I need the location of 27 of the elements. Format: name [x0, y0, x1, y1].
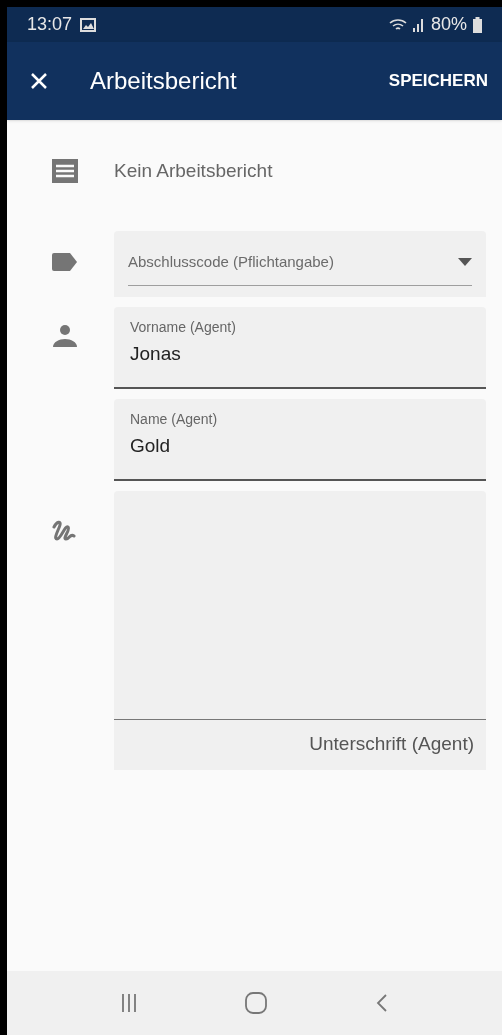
tag-icon	[51, 252, 78, 271]
battery-percent: 80%	[430, 13, 467, 36]
app-bar-title: Arbeitsbericht	[90, 66, 238, 96]
report-status: Kein Arbeitsbericht	[114, 159, 273, 183]
person-icon	[52, 324, 77, 347]
battery-icon	[473, 16, 482, 33]
image-icon	[80, 17, 97, 32]
text-field[interactable]: Vorname (Agent) Jonas	[114, 306, 486, 389]
wifi-icon	[388, 17, 407, 32]
field-label: Vorname (Agent)	[130, 317, 237, 337]
home-icon[interactable]	[245, 992, 268, 1014]
recent-apps-icon[interactable]	[121, 993, 138, 1013]
signature-label: Unterschrift (Agent)	[309, 732, 474, 757]
field-value: Jonas	[130, 341, 182, 366]
close-icon	[31, 73, 47, 89]
text-field[interactable]: Name (Agent) Gold	[114, 398, 486, 481]
status-time: 13:07	[27, 13, 73, 36]
signature-icon	[51, 518, 78, 543]
save-button[interactable]: SPEICHERN	[388, 68, 488, 94]
dropdown-field[interactable]: Abschlusscode (Pflichtangabe)	[114, 230, 486, 297]
field-value: Gold	[130, 433, 172, 458]
field-placeholder: Abschlusscode (Pflichtangabe)	[128, 251, 334, 272]
signal-icon	[412, 17, 425, 32]
receipt-icon	[51, 158, 78, 185]
back-icon[interactable]	[375, 993, 388, 1013]
field-label: Name (Agent)	[130, 409, 219, 429]
dropdown-caret-icon	[458, 257, 472, 266]
